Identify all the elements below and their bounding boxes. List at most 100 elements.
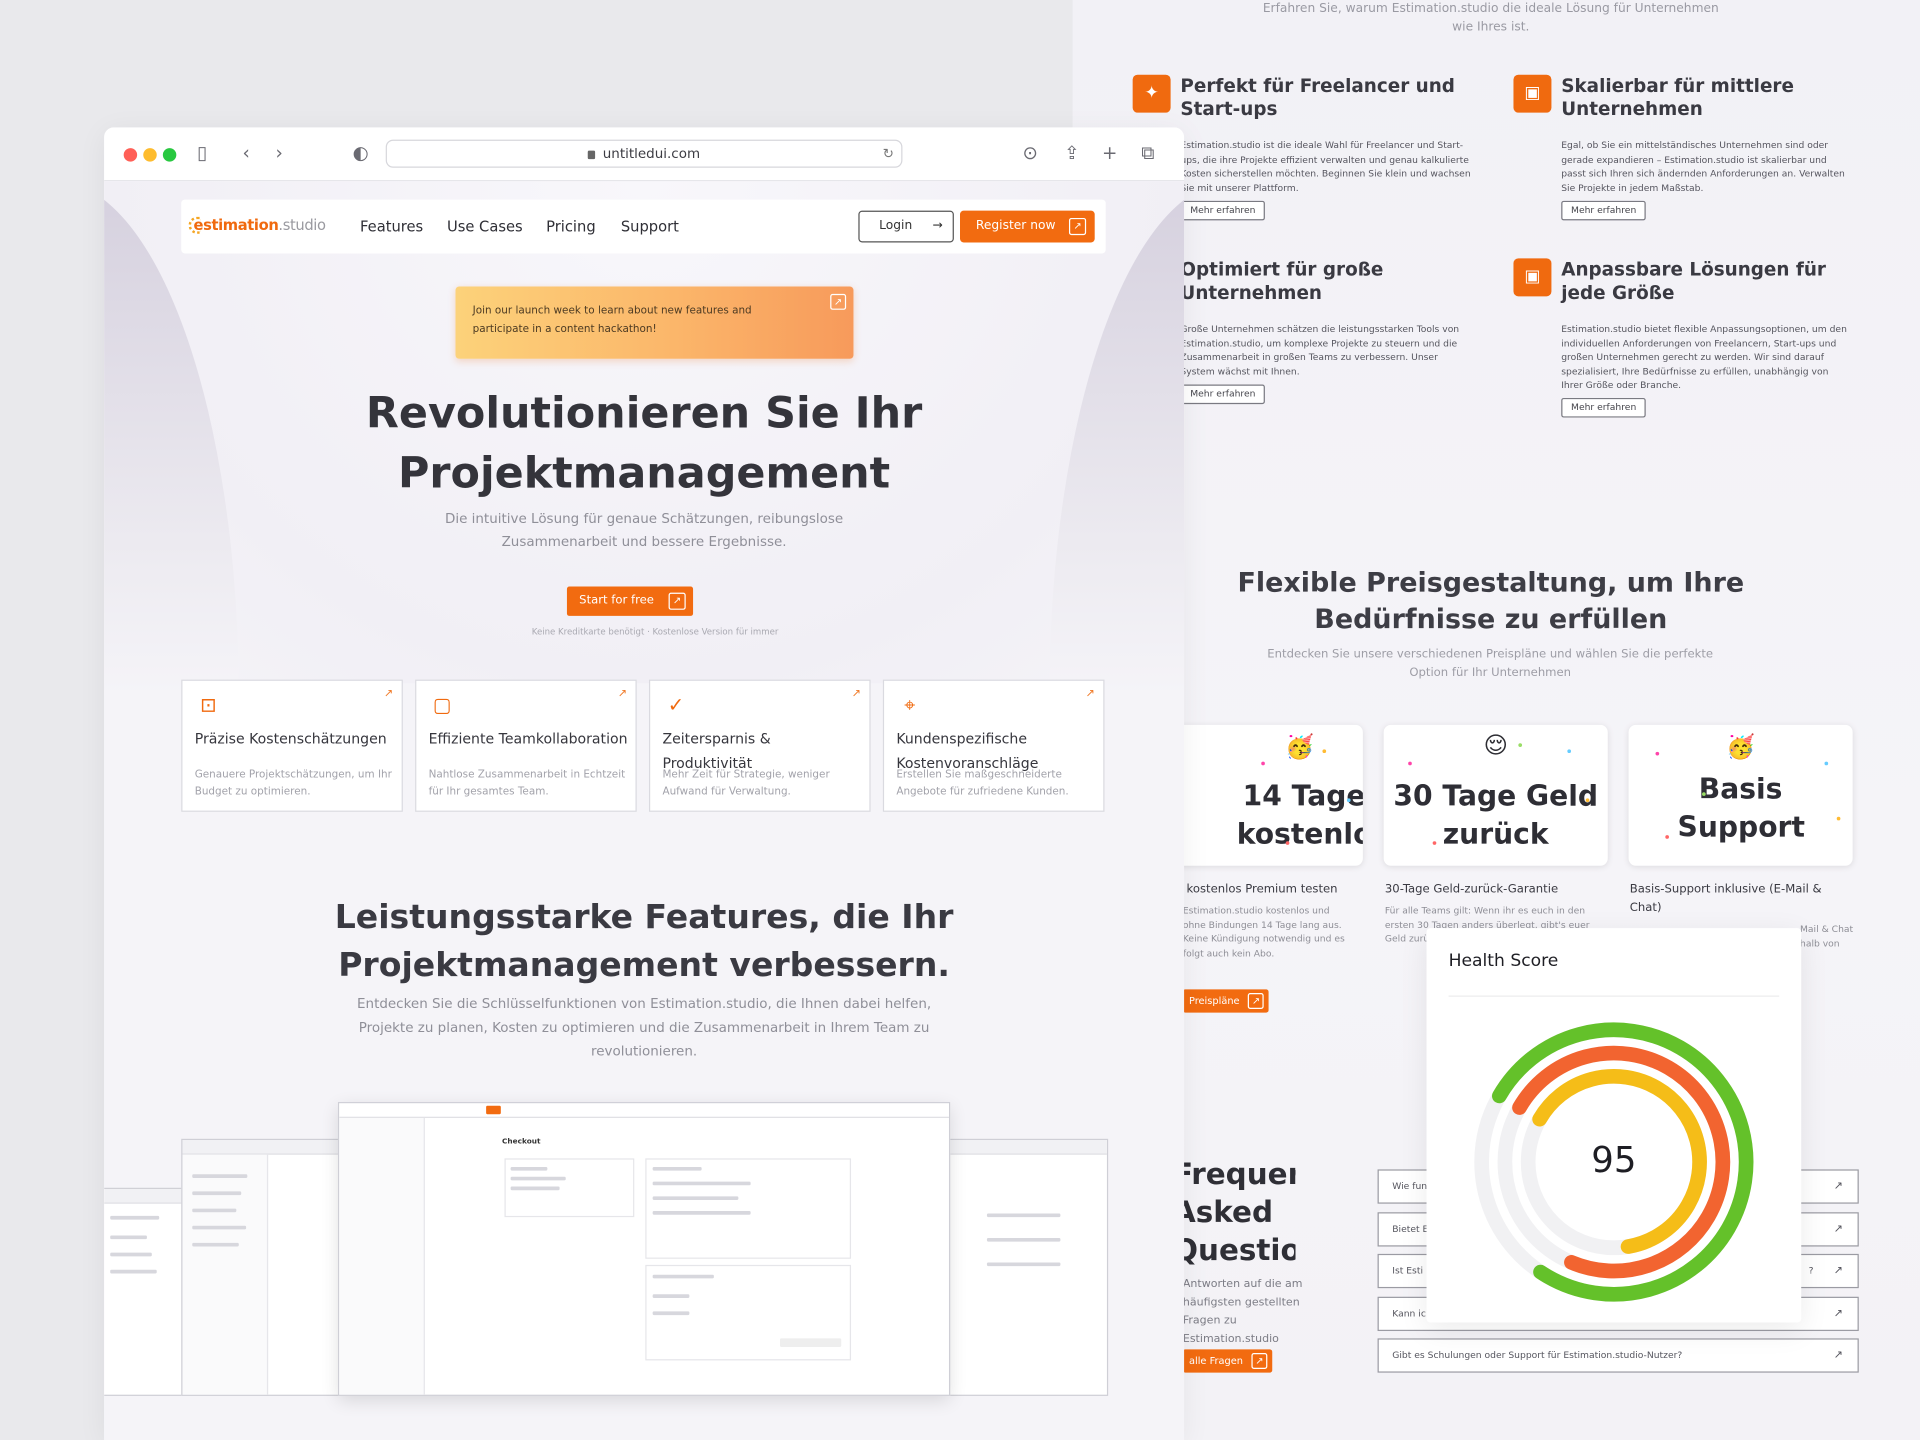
arrow-up-right-icon: ↗ [1833, 1264, 1843, 1278]
hero-note: Keine Kreditkarte benötigt · Kostenlose … [531, 626, 779, 637]
feature-desc: Egal, ob Sie ein mittelständisches Unter… [1561, 139, 1845, 193]
feature-card-estimates[interactable]: ⊡ ↗ Präzise Kostenschätzungen Genauere Pr… [181, 679, 403, 812]
sidebar-toggle-icon[interactable]: ▯ [197, 142, 207, 164]
health-score-card: Health Score 95 [1426, 928, 1802, 1323]
all-questions-button[interactable]: alle Fragen ↗ [1182, 1349, 1273, 1373]
feature-title: Anpassbare Lösungen für jede Größe [1561, 258, 1826, 304]
feature-card-desc: Genauere Projektschätzungen, um Ihr Budg… [194, 768, 392, 799]
arrow-up-right-icon: ↗ [1251, 1353, 1268, 1369]
share-icon[interactable]: ⇪ [1064, 142, 1079, 164]
learn-more-button[interactable]: Mehr erfahren [1180, 200, 1266, 221]
register-label: Register now [975, 219, 1056, 233]
pricing-subtitle: Entdecken Sie unsere verschiedenen Preis… [1267, 647, 1714, 680]
lock-icon [588, 150, 596, 160]
cursor-click-icon: ⌖ [904, 693, 916, 717]
money-icon: ⊡ [199, 693, 217, 717]
learn-more-button[interactable]: Mehr erfahren [1180, 384, 1266, 405]
browser-window: ▯ ‹ › ◐ untitledui.com ↻ ⊙ ⇪ + ⧉ estimat… [104, 127, 1185, 1440]
plans-button-label: Preispläne [1188, 995, 1240, 1007]
health-score-value: 95 [1591, 1138, 1637, 1181]
start-free-button[interactable]: Start for free ↗ [566, 586, 694, 616]
feature-card-productivity[interactable]: ✓ ↗ Zeitersparnis & Produktivität Mehr Ze… [648, 679, 871, 812]
party-emoji: 🥳 [1726, 733, 1756, 761]
download-icon[interactable]: ⊙ [1022, 142, 1037, 164]
pricing-desc: Estimation.studio kostenlos und ohne Bin… [1182, 904, 1345, 959]
learn-more-button[interactable]: Mehr erfahren [1561, 200, 1647, 221]
feature-card-title: Effiziente Teamkollaboration [428, 729, 628, 747]
arrow-up-right-icon: ↗ [1248, 993, 1265, 1009]
tabs-overview-icon[interactable]: ⧉ [1141, 142, 1154, 164]
feature-card-desc: Nahtlose Zusammenarbeit in Echtzeit für … [428, 768, 626, 799]
arrow-up-right-icon: ↗ [1833, 1307, 1843, 1321]
arrow-up-right-icon: ↗ [617, 688, 627, 701]
feature-title: Perfekt für Freelancer und Start-ups [1180, 74, 1455, 121]
arrow-up-right-icon: ↗ [851, 688, 861, 701]
arrow-up-right-icon: ↗ [668, 592, 686, 610]
feature-title: Optimiert für große Unternehmen [1180, 258, 1384, 304]
chat-icon: ▢ [432, 693, 452, 717]
reload-icon[interactable]: ↻ [883, 141, 894, 167]
page-content: estimation.studio Features Use Cases Pri… [104, 181, 1185, 1440]
pricing-desc: Mail & Chat halb von [1800, 923, 1854, 949]
pricing-card-headline: Basis Support [1677, 773, 1805, 844]
features-title: Leistungsstarke Features, die Ihr Projek… [334, 898, 954, 985]
url-text: untitledui.com [602, 145, 701, 162]
learn-more-button[interactable]: Mehr erfahren [1561, 397, 1647, 418]
why-intro: Erfahren Sie, warum Estimation.studio di… [1262, 2, 1719, 35]
minimize-window-button[interactable] [143, 148, 157, 162]
mockup-heading: Checkout [502, 1137, 541, 1147]
feature-card-title: Präzise Kostenschätzungen [194, 729, 387, 747]
address-bar[interactable]: untitledui.com ↻ [385, 139, 903, 168]
new-tab-icon[interactable]: + [1102, 142, 1117, 164]
back-icon[interactable]: ‹ [242, 142, 249, 164]
feature-desc: Estimation.studio ist die ideale Wahl fü… [1180, 139, 1471, 193]
nav-use-cases[interactable]: Use Cases [447, 217, 523, 237]
browser-toolbar: ▯ ‹ › ◐ untitledui.com ↻ ⊙ ⇪ + ⧉ [104, 127, 1185, 182]
arrow-up-right-icon: ↗ [1068, 217, 1087, 236]
banner-text: Join our launch week to learn about new … [472, 304, 752, 336]
grid-icon: ▣ [1513, 74, 1552, 113]
zoom-window-button[interactable] [162, 148, 177, 162]
feature-card-collaboration[interactable]: ▢ ↗ Effiziente Teamkollaboration Nahtlose… [415, 679, 637, 812]
pricing-card-headline: 30 Tage Geld zurück [1393, 781, 1599, 852]
arrow-up-right-icon: ↗ [1833, 1223, 1843, 1236]
start-free-label: Start for free [579, 593, 654, 608]
nav-features[interactable]: Features [360, 217, 423, 237]
site-logo[interactable]: estimation.studio [188, 214, 326, 236]
feature-card-quotes[interactable]: ⌖ ↗ Kundenspezifische Kostenvoranschläge … [882, 679, 1105, 812]
feature-desc: Estimation.studio bietet flexible Anpass… [1561, 323, 1847, 391]
site-navbar: estimation.studio Features Use Cases Pri… [181, 199, 1106, 254]
faq-item[interactable]: Gibt es Schulungen oder Support für Esti… [1377, 1338, 1859, 1373]
feature-desc: Große Unternehmen schätzen die leistungs… [1180, 323, 1460, 377]
health-score-title: Health Score [1448, 951, 1559, 972]
login-button[interactable]: Login → [858, 210, 954, 243]
sun-logo-icon [188, 216, 201, 234]
relieved-emoji: 😌 [1483, 732, 1508, 760]
grid-icon: ▣ [1513, 258, 1552, 297]
arrow-up-right-icon: ↗ [830, 293, 847, 310]
forward-icon[interactable]: › [276, 142, 283, 164]
check-circle-icon: ✓ [667, 693, 685, 717]
login-label: Login [879, 219, 913, 233]
plans-button[interactable]: Preispläne ↗ [1182, 989, 1269, 1013]
feature-card-desc: Erstellen Sie maßgeschneiderte Angebote … [896, 768, 1069, 799]
arrow-right-icon: → [932, 219, 943, 233]
nav-pricing[interactable]: Pricing [546, 217, 596, 237]
pricing-caption: Basis-Support inklusive (E-Mail & Chat) [1629, 882, 1822, 915]
mockup-screen-right [948, 1138, 1109, 1396]
arrow-up-right-icon: ↗ [1833, 1349, 1843, 1362]
register-button[interactable]: Register now ↗ [960, 210, 1095, 243]
hero-subtitle: Die intuitive Lösung für genaue Schätzun… [444, 510, 844, 550]
pricing-card-refund: 😌 30 Tage Geld zurück [1383, 724, 1608, 866]
mockup-edge-left [104, 1187, 190, 1396]
pricing-caption: 30-Tage Geld-zurück-Garantie [1384, 882, 1559, 897]
shield-icon[interactable]: ◐ [353, 142, 369, 164]
all-questions-label: alle Fragen [1188, 1355, 1243, 1367]
launch-banner[interactable]: Join our launch week to learn about new … [455, 286, 854, 359]
arrow-up-right-icon: ↗ [1833, 1180, 1843, 1193]
feature-title: Skalierbar für mittlere Unternehmen [1561, 74, 1794, 121]
close-window-button[interactable] [123, 148, 138, 162]
hero-title: Revolutionieren Sie Ihr Projektmanagemen… [365, 389, 923, 499]
nav-support[interactable]: Support [621, 217, 679, 237]
arrow-up-right-icon: ↗ [383, 688, 394, 701]
